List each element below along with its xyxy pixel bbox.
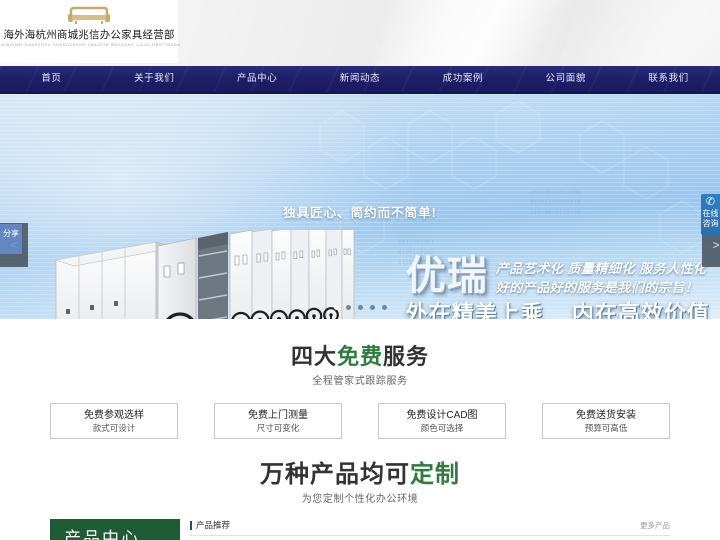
services-title-block: 四大免费服务 全程管家式跟踪服务 <box>0 343 720 387</box>
product-recommend-label: 产品推荐 <box>196 520 231 530</box>
banner-headline: 独具匠心、简约而不简单! <box>283 206 437 220</box>
service-box-4-title: 免费送货安装 <box>576 409 636 421</box>
banner-slogan-right: 内在高效价值 <box>571 301 710 319</box>
svg-text:1011001001: 1011001001 <box>398 239 435 246</box>
hero-carousel: 10110010011001 01001101001010 1101001011… <box>0 94 720 319</box>
customization-subtitle: 为您定制个性化办公环境 <box>301 494 419 505</box>
site-header: 海外海杭州商城兆信办公家具经营部 HAIWAIHAI HANGZHOU SHAN… <box>0 0 720 66</box>
online-consult-button[interactable]: ✆ 在线咨询 <box>701 194 720 235</box>
product-center-banner: 产品中心 PRODUCT CENTER <box>50 519 180 540</box>
sofa-icon <box>66 3 112 25</box>
online-consult-label: 在线咨询 <box>702 208 719 229</box>
services-title: 四大免费服务 <box>0 343 720 371</box>
main-navigation: 首页 关于我们 产品中心 新闻动态 成功案例 公司面貌 联系我们 <box>0 66 720 94</box>
tab-accent-bar <box>190 520 192 530</box>
brand-name: 优瑞 <box>405 254 488 298</box>
product-center-title-cn: 产品中心 <box>64 529 140 540</box>
banner-big-slogan: 外在精美上乘 内在高效价值 <box>406 301 710 319</box>
service-box-1[interactable]: 免费参观选样 款式可设计 <box>50 403 178 439</box>
banner-slogan-left: 外在精美上乘 <box>405 301 544 319</box>
logo-pinyin: HAIWAIHAI HANGZHOU SHANGCHENG ZHAOXIN BA… <box>0 43 181 47</box>
nav-item-products[interactable]: 产品中心 <box>206 66 309 92</box>
services-title-prefix: 四大 <box>290 344 337 369</box>
customization-section: 万种产品均可定制 为您定制个性化办公环境 <box>0 461 720 505</box>
more-products-link[interactable]: 更多产品 <box>640 520 670 531</box>
services-title-highlight: 免费 <box>336 344 383 369</box>
customization-title: 万种产品均可定制 <box>0 461 720 489</box>
services-title-suffix: 服务 <box>383 344 430 369</box>
headset-icon: ✆ <box>705 196 716 208</box>
service-box-1-title: 免费参观选样 <box>84 409 144 421</box>
nav-item-home[interactable]: 首页 <box>0 66 103 92</box>
nav-item-contact[interactable]: 联系我们 <box>617 66 720 92</box>
customization-title-prefix: 万种产品均可 <box>260 461 410 488</box>
brand-tagline-1: 产品艺术化 质量精细化 服务人性化 <box>495 261 707 276</box>
service-box-2-sub: 尺寸可变化 <box>256 422 300 433</box>
customization-title-block: 万种产品均可定制 为您定制个性化办公环境 <box>0 461 720 505</box>
brand-tagline-2: 好的产品好的服务是我们的宗旨！ <box>495 280 699 295</box>
carousel-dot-2[interactable] <box>345 305 351 310</box>
customization-title-highlight: 定制 <box>410 461 460 488</box>
service-box-1-sub: 款式可设计 <box>92 422 136 433</box>
service-box-4[interactable]: 免费送货安装 预算可高低 <box>542 403 670 439</box>
carousel-dot-1[interactable] <box>333 305 339 310</box>
product-recommend-tab[interactable]: 产品推荐 <box>190 519 230 531</box>
nav-item-about[interactable]: 关于我们 <box>103 66 206 92</box>
share-label: 分享 <box>3 229 19 238</box>
services-box-row: 免费参观选样 款式可设计 免费上门测量 尺寸可变化 免费设计CAD图 颜色可选择… <box>0 403 720 439</box>
product-center-section: 产品中心 PRODUCT CENTER 产品推荐 更多产品 <box>0 519 720 540</box>
product-listing: 产品推荐 更多产品 <box>190 519 670 540</box>
service-box-3-sub: 颜色可选择 <box>420 422 464 433</box>
nav-item-company[interactable]: 公司面貌 <box>514 66 617 92</box>
service-box-2[interactable]: 免费上门测量 尺寸可变化 <box>214 403 342 439</box>
nav-item-news[interactable]: 新闻动态 <box>309 66 412 92</box>
carousel-dot-5[interactable] <box>381 305 387 310</box>
carousel-dot-3[interactable] <box>357 305 363 310</box>
carousel-dots <box>0 305 720 310</box>
service-box-4-sub: 预算可高低 <box>584 422 628 433</box>
services-section: 四大免费服务 全程管家式跟踪服务 免费参观选样 款式可设计 免费上门测量 尺寸可… <box>0 343 720 439</box>
share-button[interactable]: 分享 <box>0 224 22 254</box>
site-logo[interactable]: 海外海杭州商城兆信办公家具经营部 HAIWAIHAI HANGZHOU SHAN… <box>0 0 181 63</box>
svg-text:10110010011001: 10110010011001 <box>530 189 581 196</box>
logo-company-name: 海外海杭州商城兆信办公家具经营部 <box>3 29 175 41</box>
services-subtitle: 全程管家式跟踪服务 <box>312 376 408 387</box>
product-listing-header: 产品推荐 更多产品 <box>190 519 670 536</box>
service-box-3[interactable]: 免费设计CAD图 颜色可选择 <box>378 403 506 439</box>
service-box-2-title: 免费上门测量 <box>248 409 308 421</box>
page-root: 海外海杭州商城兆信办公家具经营部 HAIWAIHAI HANGZHOU SHAN… <box>0 0 720 540</box>
service-box-3-title: 免费设计CAD图 <box>406 409 478 421</box>
nav-item-cases[interactable]: 成功案例 <box>411 66 514 92</box>
carousel-dot-4[interactable] <box>369 305 375 310</box>
